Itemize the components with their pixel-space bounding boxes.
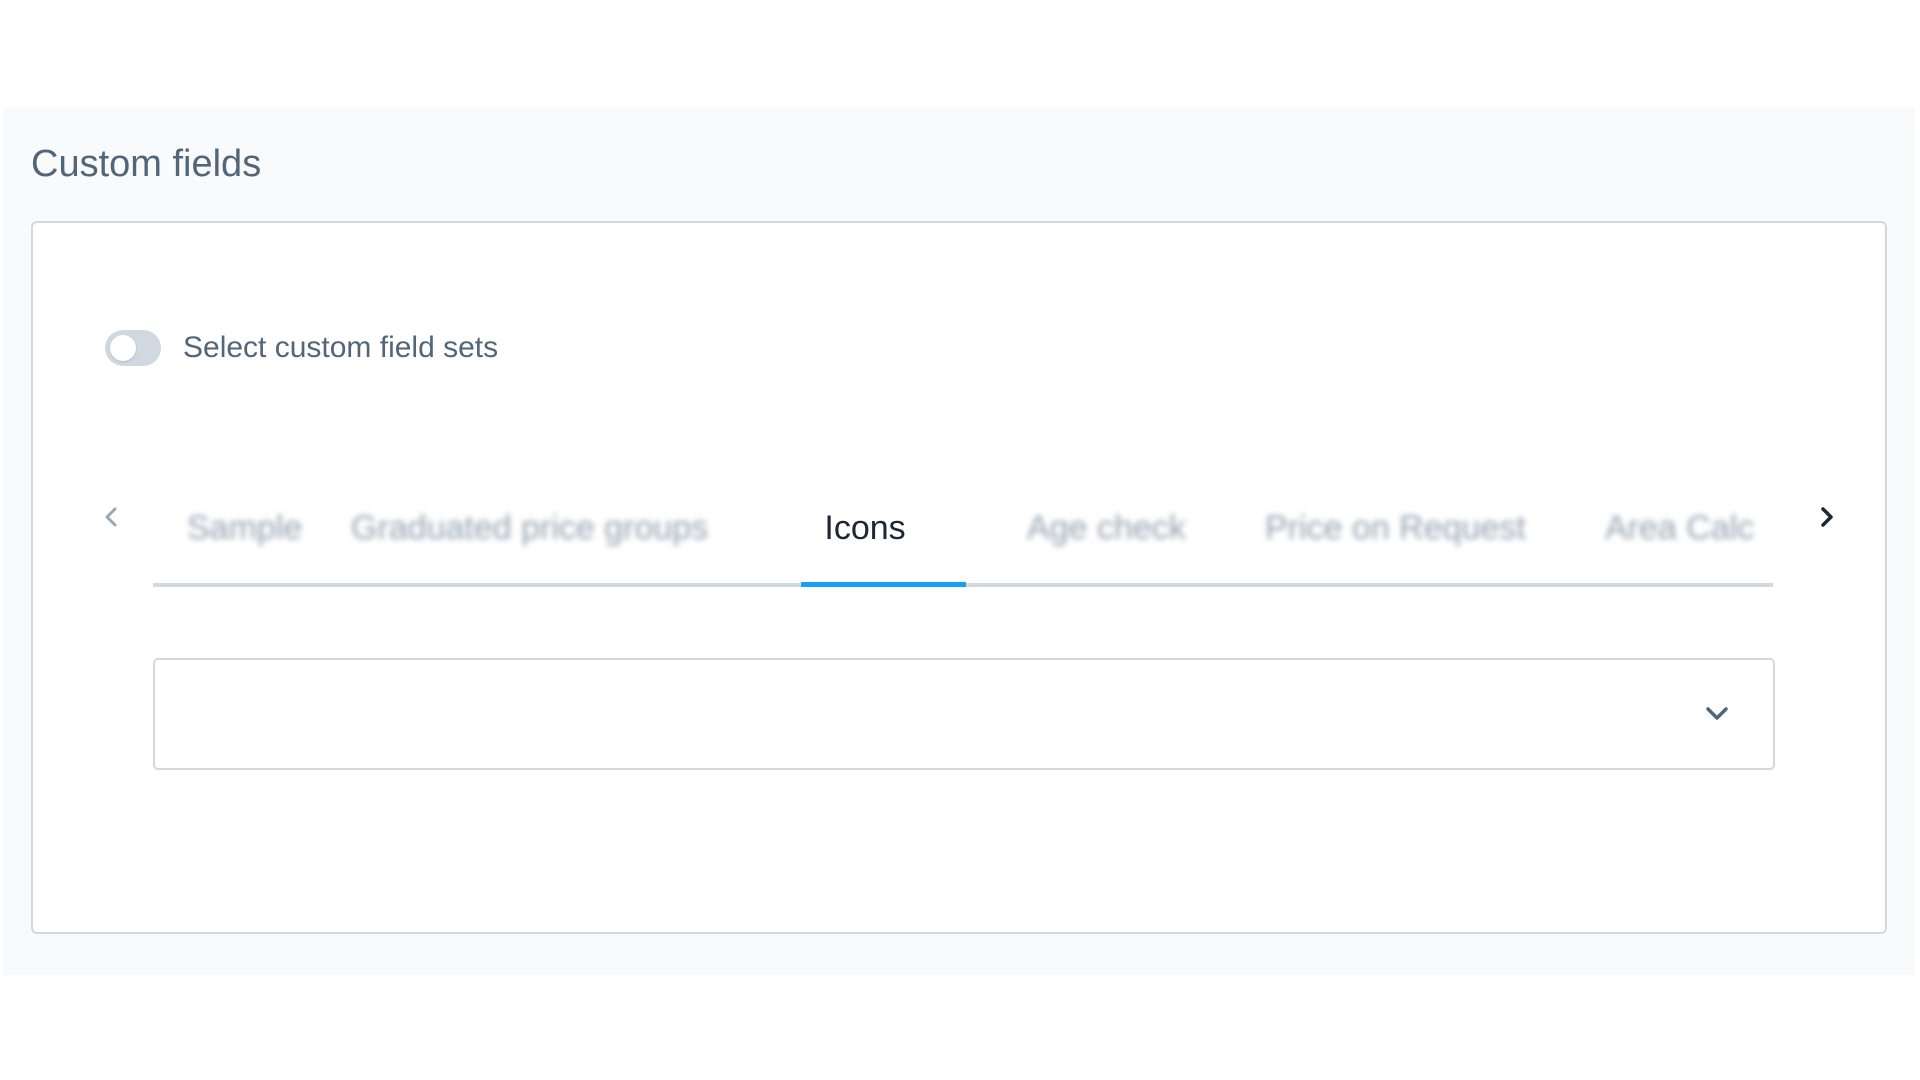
custom-field-sets-toggle-row: Select custom field sets — [105, 328, 498, 368]
chevron-right-icon — [1821, 507, 1833, 527]
tabs-next-button[interactable] — [1807, 497, 1847, 537]
tabs-prev-button[interactable] — [91, 497, 131, 537]
custom-field-sets-toggle[interactable] — [105, 330, 161, 366]
icons-select[interactable] — [153, 658, 1775, 770]
custom-fields-card: Select custom field sets Sample Graduate… — [31, 221, 1887, 934]
active-tab-indicator — [801, 582, 966, 587]
tab-bar: Sample Graduated price groups Icons Age … — [153, 477, 1773, 587]
section-title: Custom fields — [31, 143, 262, 185]
toggle-knob — [110, 335, 136, 361]
tabs-container: Sample Graduated price groups Icons Age … — [105, 477, 1833, 587]
toggle-label: Select custom field sets — [183, 331, 499, 364]
chevron-left-icon — [105, 507, 117, 527]
tab-age-check[interactable]: Age check — [1027, 511, 1186, 545]
page: Custom fields Select custom field sets S… — [0, 0, 1920, 1080]
tab-area-calc[interactable]: Area Calc — [1605, 511, 1754, 545]
custom-fields-section: Custom fields Select custom field sets S… — [3, 107, 1915, 975]
tab-price-on-request[interactable]: Price on Request — [1265, 511, 1526, 545]
tab-graduated-price-groups[interactable]: Graduated price groups — [351, 511, 708, 545]
tab-sample[interactable]: Sample — [187, 511, 302, 545]
chevron-down-icon — [1706, 707, 1728, 720]
tab-icons[interactable]: Icons — [824, 511, 905, 545]
